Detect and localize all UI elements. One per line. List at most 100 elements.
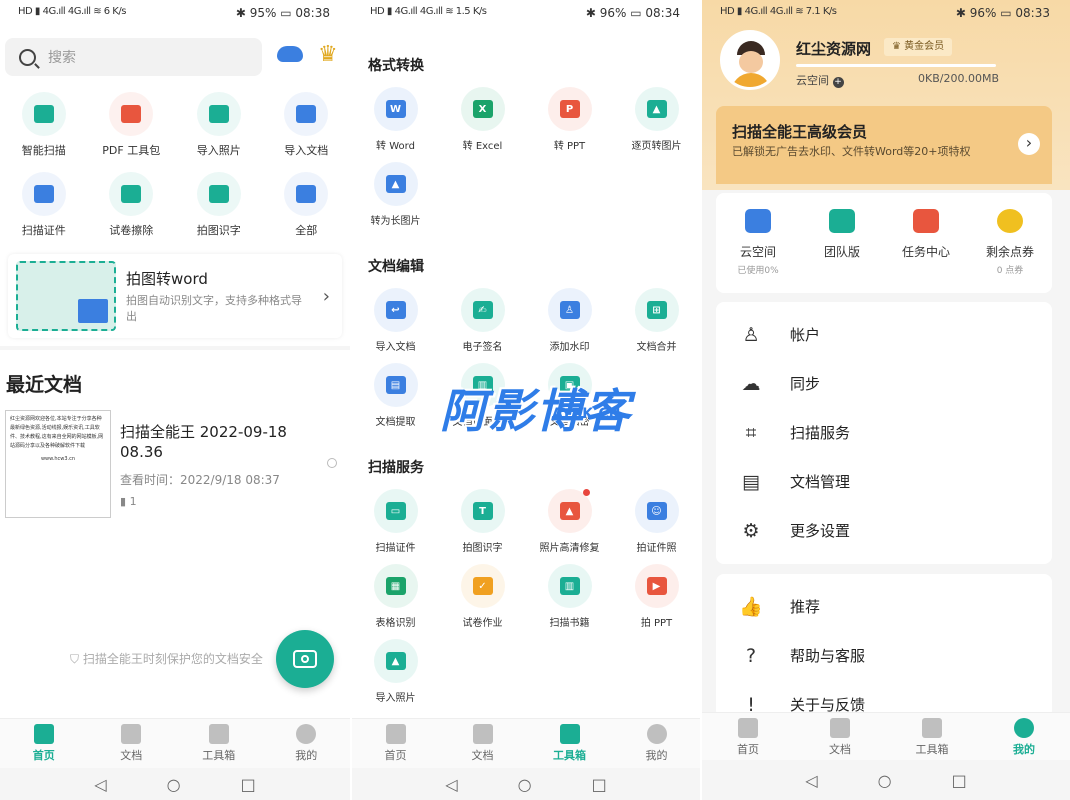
- nav-me[interactable]: 我的: [263, 719, 351, 768]
- tool-merge[interactable]: ⊞ 文档合并: [613, 288, 700, 353]
- tool-long-image[interactable]: ▲ 转为长图片: [352, 162, 439, 227]
- document-title: 扫描全能王 2022-09-18 08.36: [120, 423, 287, 461]
- nav-tools[interactable]: 工具箱: [526, 719, 613, 768]
- folder-icon: [296, 105, 317, 123]
- tool-signature[interactable]: ✍ 电子签名: [439, 288, 526, 353]
- stat-sub: 0 点券: [996, 266, 1024, 276]
- photo-to-word-banner[interactable]: 拍图转word 拍图自动识别文字，支持多种格式导出 ›: [8, 254, 342, 338]
- image-icon: ▲: [646, 100, 667, 118]
- menu-item-document[interactable]: ▤ 文档管理: [716, 457, 1052, 506]
- tool-id-card[interactable]: ▭ 扫描证件: [352, 489, 439, 554]
- tool-pdf[interactable]: PDF 工具包: [88, 92, 176, 158]
- tool-excel[interactable]: X 转 Excel: [439, 87, 526, 152]
- menu-item-user[interactable]: ♙ 帐户: [716, 310, 1052, 359]
- tool-image[interactable]: ▲ 导入照片: [352, 639, 439, 704]
- menu-item-scan-service[interactable]: ⌗ 扫描服务: [716, 408, 1052, 457]
- tool-book[interactable]: ▥ 扫描书籍: [526, 564, 613, 629]
- nav-home[interactable]: 首页: [0, 719, 88, 768]
- cloud-icon[interactable]: [277, 46, 303, 62]
- tool-table[interactable]: ▦ 表格识别: [352, 564, 439, 629]
- tool-exam[interactable]: ✓ 试卷作业: [439, 564, 526, 629]
- tool-stamp[interactable]: ♙ 添加水印: [526, 288, 613, 353]
- camera-button[interactable]: [276, 630, 334, 688]
- stamp-icon: ♙: [559, 301, 580, 319]
- menu-item-sync[interactable]: ☁ 同步: [716, 359, 1052, 408]
- stat-task[interactable]: 任务中心: [884, 193, 968, 293]
- signal-indicators: HD ▮ 4G.ıll 4G.ıll ≋ 7.1 K/s: [720, 6, 837, 17]
- cloud-label[interactable]: 云空间 +: [796, 72, 844, 88]
- section-title: 扫描服务: [368, 460, 424, 476]
- tool-image[interactable]: ▲ 逐页转图片: [613, 87, 700, 152]
- recents-icon[interactable]: □: [592, 775, 607, 794]
- home-circle-icon[interactable]: ○: [518, 775, 532, 794]
- tool-label: 转 Excel: [462, 141, 503, 152]
- premium-subtitle: 已解锁无广告去水印、文件转Word等20+项特权: [732, 145, 971, 158]
- quick-tools-grid: 智能扫描 PDF 工具包 导入照片 导入文档扫描证件 试卷擦除 拍图识字 全部: [0, 92, 350, 238]
- tool-ppt-screen[interactable]: ▶ 拍 PPT: [613, 564, 700, 629]
- camera-icon: [293, 650, 317, 668]
- stat-label: 云空间: [739, 245, 776, 259]
- status-bar: HD ▮ 4G.ıll 4G.ıll ≋ 1.5 K/s ✱ 96% ▭ 08:…: [352, 0, 700, 28]
- tool-photo-repair[interactable]: ▲ 照片高清修复: [526, 489, 613, 554]
- banner-subtitle: 拍图自动识别文字，支持多种格式导出: [126, 293, 302, 323]
- tool-grid[interactable]: 全部: [263, 172, 351, 238]
- select-radio[interactable]: [327, 458, 337, 468]
- home-circle-icon[interactable]: ○: [167, 775, 181, 794]
- crown-icon[interactable]: ♛: [318, 42, 338, 67]
- tool-text-recognize[interactable]: T 拍图识字: [439, 489, 526, 554]
- back-icon[interactable]: ◁: [805, 771, 817, 790]
- storage-bar: [796, 64, 996, 67]
- tool-label: 拍图识字: [462, 543, 503, 554]
- nav-me[interactable]: 我的: [978, 713, 1070, 762]
- document-row[interactable]: 红尘资源网欢迎各位,本站专注于分享各种最新绿色资源,活动线报,娱乐资讯,工具软件…: [5, 410, 350, 520]
- tool-folder[interactable]: 导入文档: [263, 92, 351, 158]
- home-circle-icon[interactable]: ○: [878, 771, 892, 790]
- tool-ppt[interactable]: P 转 PPT: [526, 87, 613, 152]
- back-icon[interactable]: ◁: [94, 775, 106, 794]
- nav-home[interactable]: 首页: [352, 719, 439, 768]
- section-title: 文档编辑: [368, 259, 424, 275]
- recents-icon[interactable]: □: [241, 775, 256, 794]
- menu-item-thumbs-up[interactable]: 👍 推荐: [716, 582, 1052, 631]
- nav-tools[interactable]: 工具箱: [886, 713, 978, 762]
- tool-extract[interactable]: ▤ 文档提取: [352, 363, 439, 428]
- system-nav: ◁ ○ □: [352, 768, 700, 800]
- tool-eraser[interactable]: 试卷擦除: [88, 172, 176, 238]
- tool-folder[interactable]: ↩ 导入文档: [352, 288, 439, 353]
- stat-coupon[interactable]: 剩余点券 0 点券: [968, 193, 1052, 293]
- back-icon[interactable]: ◁: [445, 775, 457, 794]
- search-input[interactable]: 搜索: [5, 38, 262, 76]
- nav-home[interactable]: 首页: [702, 713, 794, 762]
- stat-cloud-upload[interactable]: 云空间已使用0%: [716, 193, 800, 293]
- watermark-domain: AYBK.CN: [552, 406, 621, 422]
- team-icon: [829, 209, 855, 233]
- recents-icon[interactable]: □: [952, 771, 967, 790]
- chevron-right-icon: ›: [1018, 133, 1040, 155]
- image-icon: [208, 105, 229, 123]
- tool-word[interactable]: W 转 Word: [352, 87, 439, 152]
- stat-team[interactable]: 团队版: [800, 193, 884, 293]
- nav-docs[interactable]: 文档: [439, 719, 526, 768]
- tool-id-card[interactable]: 扫描证件: [0, 172, 88, 238]
- nav-docs[interactable]: 文档: [794, 713, 886, 762]
- tool-smart-scan[interactable]: 智能扫描: [0, 92, 88, 158]
- document-icon: [830, 718, 850, 738]
- tool-image[interactable]: 导入照片: [175, 92, 263, 158]
- status-bar: HD ▮ 4G.ıll 4G.ıll ≋ 6 K/s ✱ 95% ▭ 08:38: [0, 0, 350, 28]
- premium-card[interactable]: 扫描全能王高级会员 已解锁无广告去水印、文件转Word等20+项特权 ›: [716, 106, 1052, 184]
- tool-text-recognize[interactable]: 拍图识字: [175, 172, 263, 238]
- nav-me[interactable]: 我的: [613, 719, 700, 768]
- stat-sub: 已使用0%: [737, 266, 779, 276]
- avatar[interactable]: [720, 30, 780, 90]
- nav-docs[interactable]: 文档: [88, 719, 176, 768]
- user-icon: ♙: [742, 323, 760, 346]
- home-icon: [385, 724, 406, 744]
- id-card-icon: [33, 185, 54, 203]
- nav-tools[interactable]: 工具箱: [175, 719, 263, 768]
- menu-item-help[interactable]: ? 帮助与客服: [716, 631, 1052, 680]
- tool-id-photo[interactable]: ☺ 拍证件照: [613, 489, 700, 554]
- tool-label: 拍图识字: [196, 224, 241, 237]
- person-icon: [1014, 718, 1034, 738]
- signature-icon: ✍: [472, 301, 493, 319]
- menu-item-gear[interactable]: ⚙ 更多设置: [716, 506, 1052, 555]
